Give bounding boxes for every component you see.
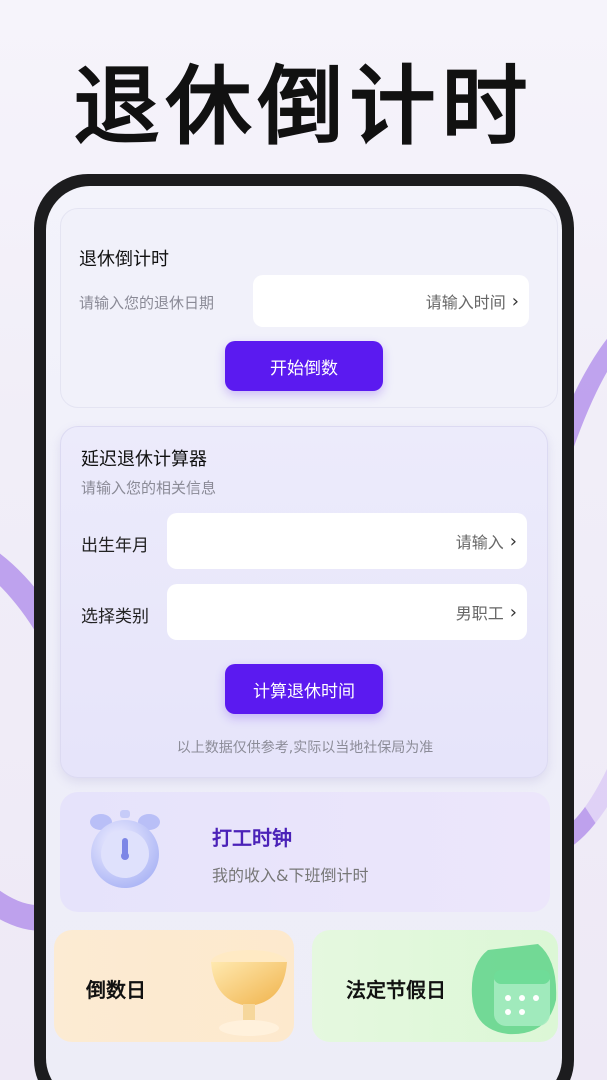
disclaimer-text: 以上数据仅供参考,实际以当地社保局为准 [176,740,434,756]
birth-date-label: 出生年月 [81,536,149,556]
phone-screen: 退休倒计时 请输入您的退休日期 请输入时间 › 开始倒数 延迟退休计算器 请输入… [46,186,562,1080]
retirement-date-placeholder: 请输入时间 [425,293,506,312]
retirement-countdown-card: 退休倒计时 请输入您的退休日期 请输入时间 › 开始倒数 [60,208,558,408]
chevron-right-icon: › [509,530,517,552]
retirement-date-field[interactable]: 请输入时间 › [253,275,529,327]
alarm-clock-icon [90,810,160,888]
chevron-right-icon: › [511,290,519,312]
trophy-cup-icon [211,950,287,1036]
countdown-days-label: 倒数日 [86,978,146,1002]
calculator-subtitle: 请输入您的相关信息 [81,479,217,497]
countdown-days-tile[interactable]: 倒数日 [54,930,294,1042]
work-clock-subtitle: 我的收入&下班倒计时 [212,866,369,885]
start-countdown-button[interactable]: 开始倒数 [225,341,383,391]
category-value: 男职工 [455,604,504,623]
calculate-retirement-button[interactable]: 计算退休时间 [225,664,383,714]
phone-frame: 退休倒计时 请输入您的退休日期 请输入时间 › 开始倒数 延迟退休计算器 请输入… [34,174,574,1080]
birth-date-placeholder: 请输入 [455,533,504,552]
delay-retirement-calculator-card: 延迟退休计算器 请输入您的相关信息 出生年月 请输入 › 选择类别 男职工 › … [60,426,548,778]
category-label: 选择类别 [81,607,149,627]
category-select[interactable]: 男职工 › [167,584,527,640]
legal-holidays-tile[interactable]: 法定节假日 [312,930,558,1042]
promo-title: 退休倒计时 [73,57,534,157]
calendar-icon [471,944,557,1035]
legal-holidays-label: 法定节假日 [346,978,446,1002]
chevron-right-icon: › [509,601,517,623]
work-clock-card[interactable]: 打工时钟 我的收入&下班倒计时 [60,792,550,912]
calculator-title: 延迟退休计算器 [81,449,207,470]
countdown-card-title: 退休倒计时 [79,249,169,270]
retirement-date-prompt: 请输入您的退休日期 [79,294,215,312]
birth-date-field[interactable]: 请输入 › [167,513,527,569]
work-clock-title: 打工时钟 [212,826,292,850]
